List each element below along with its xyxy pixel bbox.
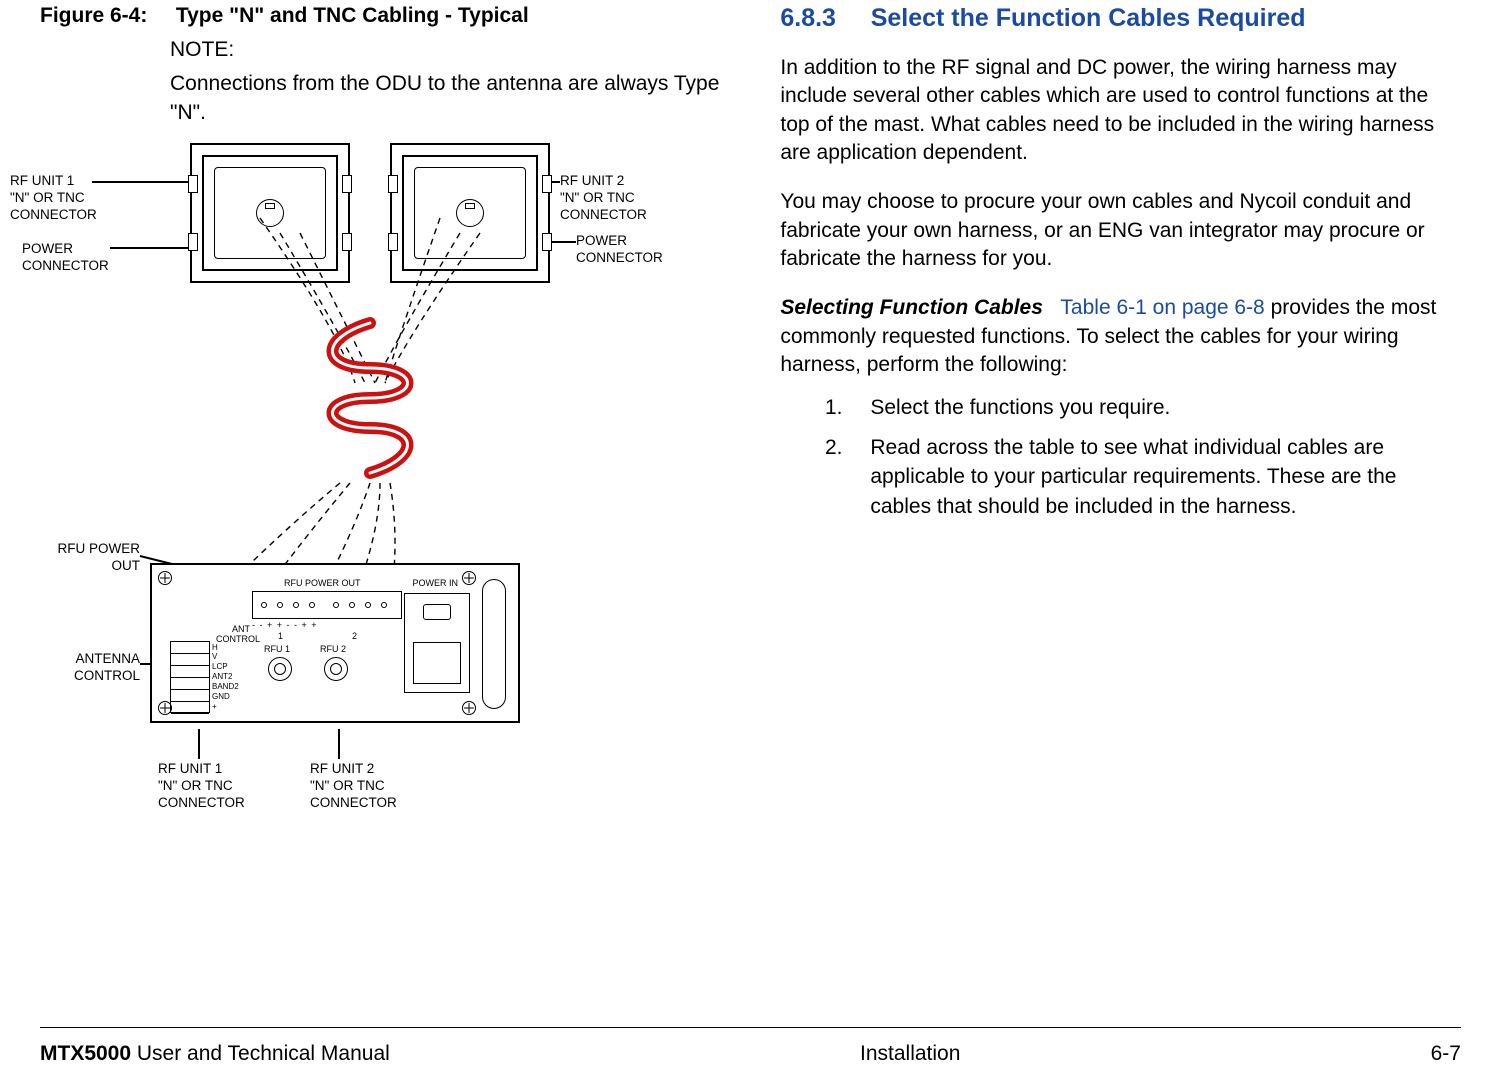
label-rfu2: RFU 2 <box>320 645 346 655</box>
leader-line <box>198 729 200 759</box>
label-terminal-lcp: LCP <box>212 663 228 672</box>
footer-doc-title: User and Technical Manual <box>131 1042 390 1065</box>
page-footer: MTX5000 User and Technical Manual Instal… <box>40 1027 1461 1066</box>
coiled-cable-icon <box>300 313 440 483</box>
footer-center: Installation <box>860 1042 960 1066</box>
label-ant-control: ANT CONTROL <box>216 625 250 645</box>
figure-label: Figure 6-4: <box>40 4 170 28</box>
antenna-control-terminal <box>170 641 210 713</box>
label-polarity: - - + + - - + + <box>252 621 318 631</box>
vent-slot <box>482 579 506 709</box>
rfu-2-connector <box>324 657 348 681</box>
power-in-module <box>404 593 470 693</box>
page: Figure 6-4: Type "N" and TNC Cabling - T… <box>0 0 1501 1086</box>
label-terminal-ant2: ANT2 <box>212 673 232 682</box>
label-rfu-power-out: RFU POWER OUT <box>284 579 361 589</box>
right-column: 6.8.3 Select the Function Cables Require… <box>770 0 1461 960</box>
label-terminal-band2: BAND2 <box>212 683 239 692</box>
label-power-in: POWER IN <box>412 579 458 589</box>
label-terminal-gnd: GND <box>212 693 230 702</box>
footer-page-number: 6-7 <box>1431 1042 1461 1066</box>
rfu-1-connector <box>268 657 292 681</box>
cabling-diagram: RF UNIT 1 "N" OR TNC CONNECTOR RF UNIT 2… <box>40 133 660 853</box>
label-two: 2 <box>352 632 357 642</box>
label-terminal-v: V <box>212 653 217 662</box>
two-column-layout: Figure 6-4: Type "N" and TNC Cabling - T… <box>40 0 1461 960</box>
figure-title: Type "N" and TNC Cabling - Typical <box>176 4 529 27</box>
section-title: Select the Function Cables Required <box>871 4 1306 32</box>
label-one: 1 <box>278 632 283 642</box>
note-label: NOTE: <box>170 36 730 64</box>
numbered-list: Select the functions you require. Read a… <box>780 393 1461 521</box>
footer-product: MTX5000 <box>40 1042 131 1065</box>
list-item-2: Read across the table to see what indivi… <box>848 433 1461 521</box>
cross-reference-link[interactable]: Table 6-1 on page 6-8 <box>1060 296 1264 319</box>
list-item-1: Select the functions you require. <box>848 393 1461 422</box>
left-column: Figure 6-4: Type "N" and TNC Cabling - T… <box>40 0 730 960</box>
callout-antenna-control: ANTENNA CONTROL <box>30 651 140 685</box>
paragraph-1: In addition to the RF signal and DC powe… <box>780 54 1461 167</box>
section-heading: 6.8.3 Select the Function Cables Require… <box>780 4 1461 33</box>
callout-rf-unit-2-bottom: RF UNIT 2 "N" OR TNC CONNECTOR <box>310 761 397 812</box>
run-in-heading: Selecting Function Cables <box>780 296 1043 319</box>
label-terminal-plus: + <box>212 703 217 712</box>
note-text: Connections from the ODU to the antenna … <box>170 70 730 127</box>
rfu-power-out-connector <box>252 591 402 619</box>
callout-rf-unit-1-bottom: RF UNIT 1 "N" OR TNC CONNECTOR <box>158 761 245 812</box>
leader-line <box>338 729 340 759</box>
figure-caption: Figure 6-4: Type "N" and TNC Cabling - T… <box>40 4 730 28</box>
controller-rear-panel: RFU POWER OUT - - + + - - + + 1 2 ANT CO… <box>150 563 520 723</box>
footer-left: MTX5000 User and Technical Manual <box>40 1042 390 1066</box>
callout-rfu-power-out: RFU POWER OUT <box>30 541 140 575</box>
paragraph-3: Selecting Function Cables Table 6-1 on p… <box>780 294 1461 379</box>
paragraph-2: You may choose to procure your own cable… <box>780 188 1461 273</box>
section-number: 6.8.3 <box>780 4 836 32</box>
label-rfu1: RFU 1 <box>264 645 290 655</box>
